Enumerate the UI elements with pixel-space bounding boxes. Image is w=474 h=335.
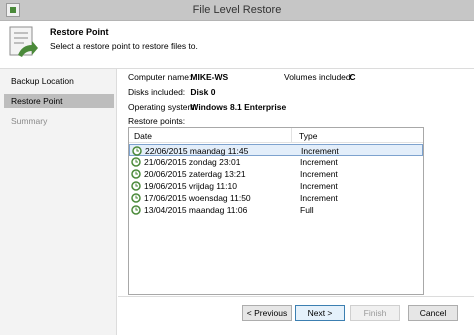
volumes-label: Volumes included: <box>284 72 353 82</box>
list-header: Date Type <box>129 128 423 143</box>
column-header-date[interactable]: Date <box>134 131 152 141</box>
row-type: Increment <box>300 157 338 167</box>
volumes-value: C <box>349 72 356 82</box>
row-date: 13/04/2015 maandag 11:06 <box>144 205 248 215</box>
os-row: Operating system: Windows 8.1 Enterprise <box>128 102 286 112</box>
wizard-header: Restore Point Select a restore point to … <box>0 21 474 69</box>
row-type: Increment <box>301 146 339 156</box>
os-value: Windows 8.1 Enterprise <box>190 102 287 112</box>
volumes-row: Volumes included: C <box>284 72 356 82</box>
row-type: Full <box>300 205 314 215</box>
restore-point-icon <box>131 181 141 191</box>
computer-name-value: MIKE-WS <box>190 72 229 82</box>
window-title: File Level Restore <box>192 4 282 16</box>
table-row[interactable]: 17/06/2015 woensdag 11:50 Increment <box>129 192 423 204</box>
disks-row: Disks included: Disk 0 <box>128 87 215 97</box>
row-date: 20/06/2015 zaterdag 13:21 <box>144 169 246 179</box>
disks-label: Disks included: <box>128 87 186 97</box>
previous-button[interactable]: < Previous <box>242 305 292 321</box>
row-date: 21/06/2015 zondag 23:01 <box>144 157 241 167</box>
row-date: 17/06/2015 woensdag 11:50 <box>144 193 251 203</box>
restore-points-list[interactable]: Date Type 22/06/2015 maandag 11:45 Incre… <box>128 127 424 295</box>
row-type: Increment <box>300 193 338 203</box>
nav-item-summary[interactable]: Summary <box>4 114 114 128</box>
table-row[interactable]: 13/04/2015 maandag 11:06 Full <box>129 204 423 216</box>
computer-name-label: Computer name: <box>128 72 192 82</box>
restore-point-icon <box>131 169 141 179</box>
title-bar: File Level Restore <box>0 0 474 21</box>
restore-point-icon <box>131 205 141 215</box>
computer-name-row: Computer name: MIKE-WS <box>128 72 228 82</box>
table-row[interactable]: 19/06/2015 vrijdag 11:10 Increment <box>129 180 423 192</box>
table-row[interactable]: 21/06/2015 zondag 23:01 Increment <box>129 156 423 168</box>
table-row[interactable]: 22/06/2015 maandag 11:45 Increment <box>129 144 423 156</box>
column-header-type[interactable]: Type <box>299 131 317 141</box>
restore-document-icon <box>9 26 38 57</box>
header-title: Restore Point <box>50 27 109 37</box>
row-date: 19/06/2015 vrijdag 11:10 <box>144 181 237 191</box>
nav-item-backup-location[interactable]: Backup Location <box>4 74 114 88</box>
table-row[interactable]: 20/06/2015 zaterdag 13:21 Increment <box>129 168 423 180</box>
wizard-nav: Backup Location Restore Point Summary <box>0 69 117 335</box>
nav-item-restore-point[interactable]: Restore Point <box>4 94 114 108</box>
os-label: Operating system: <box>128 102 197 112</box>
header-description: Select a restore point to restore files … <box>50 41 198 51</box>
restore-point-icon <box>131 157 141 167</box>
row-date: 22/06/2015 maandag 11:45 <box>145 146 249 156</box>
next-button[interactable]: Next > <box>295 305 345 321</box>
row-type: Increment <box>300 169 338 179</box>
footer-divider <box>118 296 474 297</box>
restore-point-icon <box>131 193 141 203</box>
cancel-button[interactable]: Cancel <box>408 305 458 321</box>
row-type: Increment <box>300 181 338 191</box>
restore-point-icon <box>132 146 142 156</box>
finish-button[interactable]: Finish <box>350 305 400 321</box>
disks-value: Disk 0 <box>190 87 216 97</box>
restore-points-label: Restore points: <box>128 116 186 126</box>
